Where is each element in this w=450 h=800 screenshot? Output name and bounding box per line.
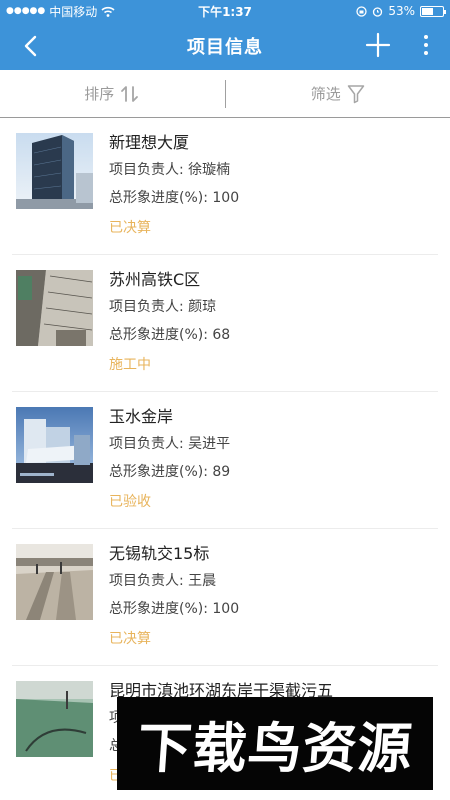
page-title: 项目信息 bbox=[187, 37, 263, 58]
project-name: 新理想大厦 bbox=[109, 133, 190, 152]
project-item[interactable]: 新理想大厦 项目负责人: 徐璇楠 总形象进度(%): 100 已决算 bbox=[12, 118, 438, 255]
status-bar: ●●●●● 中国移动 下午1:37 53% bbox=[0, 0, 450, 22]
chevron-left-icon bbox=[24, 35, 37, 57]
filter-bar: 排序 筛选 bbox=[0, 70, 450, 118]
rotation-lock-icon bbox=[356, 5, 367, 17]
project-status: 已决算 bbox=[109, 631, 151, 647]
project-thumbnail-rail-site bbox=[16, 544, 93, 620]
navigation-bar: 项目信息 bbox=[0, 22, 450, 70]
project-manager: 项目负责人: 吴进平 bbox=[109, 436, 231, 452]
project-manager: 项目负责人: 徐璇楠 bbox=[109, 162, 231, 178]
more-options-button[interactable] bbox=[416, 31, 436, 59]
funnel-icon bbox=[347, 84, 364, 103]
project-thumbnail-rendering bbox=[16, 407, 93, 483]
sort-label: 排序 bbox=[84, 85, 115, 103]
alarm-icon bbox=[373, 6, 383, 17]
sort-button[interactable]: 排序 bbox=[0, 83, 225, 104]
back-button[interactable] bbox=[16, 32, 44, 60]
filter-label: 筛选 bbox=[310, 85, 341, 103]
signal-icon: ●●●●● bbox=[6, 6, 46, 16]
sort-icon bbox=[121, 85, 139, 102]
project-item[interactable]: 无锡轨交15标 项目负责人: 王晨 总形象进度(%): 100 已决算 bbox=[12, 529, 438, 666]
project-progress: 总形象进度(%): 100 bbox=[109, 601, 240, 617]
project-progress: 总形象进度(%): 68 bbox=[109, 327, 231, 343]
more-vertical-icon bbox=[424, 35, 428, 39]
project-name: 无锡轨交15标 bbox=[109, 544, 210, 563]
project-manager: 项目负责人: 颜琼 bbox=[109, 299, 217, 315]
project-thumbnail-construction bbox=[16, 270, 93, 346]
project-item[interactable]: 玉水金岸 项目负责人: 吴进平 总形象进度(%): 89 已验收 bbox=[12, 392, 438, 529]
project-status: 已验收 bbox=[109, 494, 151, 510]
project-manager: 项目负责人: 王晨 bbox=[109, 573, 217, 589]
project-thumbnail-building bbox=[16, 133, 93, 209]
project-progress: 总形象进度(%): 100 bbox=[109, 190, 240, 206]
project-status: 已决算 bbox=[109, 220, 151, 236]
project-name: 玉水金岸 bbox=[109, 407, 174, 426]
project-item[interactable]: 苏州高铁C区 项目负责人: 颜琼 总形象进度(%): 68 施工中 bbox=[12, 255, 438, 392]
project-name: 苏州高铁C区 bbox=[109, 270, 201, 289]
wifi-icon bbox=[101, 6, 115, 17]
project-thumbnail-lake bbox=[16, 681, 93, 757]
plus-icon bbox=[365, 32, 391, 58]
project-progress: 总形象进度(%): 89 bbox=[109, 464, 231, 480]
filter-button[interactable]: 筛选 bbox=[226, 83, 450, 104]
watermark-banner: 下载鸟资源 bbox=[117, 697, 433, 790]
add-project-button[interactable] bbox=[364, 31, 392, 59]
watermark-text: 下载鸟资源 bbox=[134, 717, 415, 780]
battery-percent: 53% bbox=[388, 4, 415, 18]
carrier-label: 中国移动 bbox=[49, 4, 98, 19]
project-status: 施工中 bbox=[109, 357, 151, 373]
battery-icon bbox=[420, 5, 446, 17]
